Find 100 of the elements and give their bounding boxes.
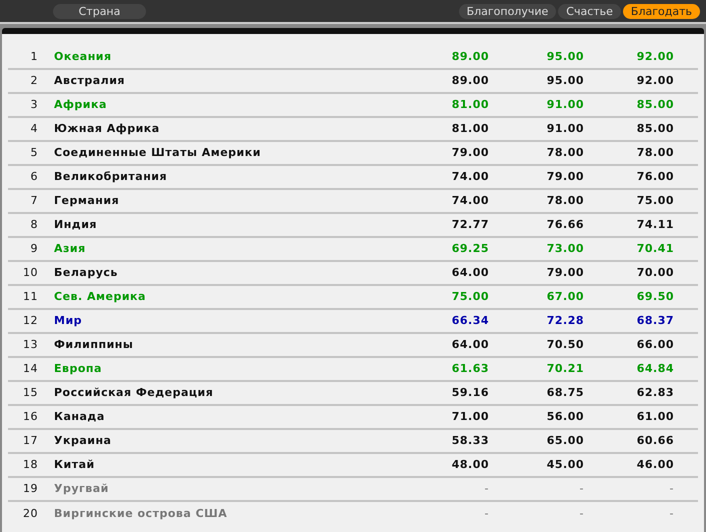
rank-cell-text: 11 bbox=[22, 288, 38, 305]
value-cell-text: - bbox=[668, 506, 674, 522]
value-cell-text: 74.00 bbox=[450, 168, 489, 185]
name-cell-text: Океания bbox=[54, 48, 113, 65]
value-cell-text: 62.83 bbox=[636, 384, 674, 401]
name-cell-text: Виргинские острова США bbox=[54, 506, 228, 522]
name-cell-text: Украина bbox=[54, 432, 112, 449]
value-cell-text: 70.21 bbox=[546, 360, 584, 377]
value-cell-text: 92.00 bbox=[636, 48, 674, 65]
value-cell-text: 74.11 bbox=[636, 216, 674, 233]
value-cell-text: 95.00 bbox=[546, 48, 584, 65]
rank-cell-text: 3 bbox=[30, 96, 38, 113]
value-cell-text: 89.00 bbox=[450, 72, 489, 89]
value-cell-text: 64.00 bbox=[450, 264, 489, 281]
value-cell-text: 95.00 bbox=[546, 72, 584, 89]
value-cell-text: 91.00 bbox=[546, 96, 584, 113]
value-cell-text: 79.00 bbox=[450, 144, 489, 161]
rank-cell-text: 18 bbox=[22, 456, 38, 473]
name-cell-text: Китай bbox=[54, 456, 96, 473]
header-tab[interactable]: Благополучие bbox=[458, 4, 556, 18]
value-cell-text: 45.00 bbox=[546, 456, 584, 473]
value-cell-text: - bbox=[578, 506, 584, 522]
value-cell-text: 61.63 bbox=[450, 360, 489, 377]
value-cell-text: 85.00 bbox=[636, 120, 674, 137]
value-cell-text: - bbox=[484, 506, 489, 522]
header-tab[interactable]: Благодать bbox=[622, 4, 700, 18]
rank-cell-text: 13 bbox=[22, 336, 38, 353]
value-cell-text: 61.00 bbox=[636, 408, 674, 425]
name-cell-text: Российская Федерация bbox=[54, 384, 214, 401]
name-cell-text: Германия bbox=[54, 192, 120, 209]
value-cell-text: 71.00 bbox=[450, 408, 489, 425]
value-cell-text: 73.00 bbox=[546, 240, 584, 257]
rank-cell-text: 2 bbox=[30, 72, 38, 89]
value-cell-text: 64.84 bbox=[636, 360, 674, 377]
value-cell-text: 72.77 bbox=[450, 216, 489, 233]
value-cell-text: 60.66 bbox=[636, 432, 674, 449]
name-cell-text: Африка bbox=[54, 96, 108, 113]
value-cell-text: 89.00 bbox=[450, 48, 489, 65]
value-cell-text: 48.00 bbox=[450, 456, 489, 473]
value-cell-text: - bbox=[484, 480, 489, 497]
value-cell-text: 91.00 bbox=[546, 120, 584, 137]
value-cell-text: 69.25 bbox=[450, 240, 489, 257]
rank-cell-text: 19 bbox=[22, 480, 38, 497]
rank-cell-text: 6 bbox=[30, 168, 38, 185]
value-cell-text: 66.00 bbox=[636, 336, 674, 353]
value-cell-text: 65.00 bbox=[546, 432, 584, 449]
value-cell-text: 46.00 bbox=[636, 456, 674, 473]
name-cell-text: Азия bbox=[54, 240, 87, 257]
value-cell-text: 70.00 bbox=[636, 264, 674, 281]
name-cell-text: Великобритания bbox=[54, 168, 168, 185]
value-cell-text: 76.66 bbox=[546, 216, 584, 233]
name-cell-text: Сев. Америка bbox=[54, 288, 147, 305]
value-cell-text: 78.00 bbox=[546, 192, 584, 209]
value-cell-text: 70.41 bbox=[636, 240, 674, 257]
rank-cell-text: 16 bbox=[22, 408, 38, 425]
name-cell-text: Австралия bbox=[54, 72, 126, 89]
value-cell-text: 56.00 bbox=[546, 408, 584, 425]
value-cell-text: 64.00 bbox=[450, 336, 489, 353]
value-cell-text: 92.00 bbox=[636, 72, 674, 89]
rank-cell-text: 5 bbox=[30, 144, 38, 161]
header-tab[interactable]: Страна bbox=[53, 4, 146, 18]
name-cell-text: Мир bbox=[54, 312, 84, 329]
name-cell-text: Индия bbox=[54, 216, 98, 233]
value-cell-text: 69.50 bbox=[636, 288, 674, 305]
value-cell-text: 78.00 bbox=[546, 144, 584, 161]
name-cell-text: Южная Африка bbox=[54, 120, 161, 137]
header-tab[interactable]: Счастье bbox=[558, 4, 621, 18]
rank-cell-text: 14 bbox=[22, 360, 38, 377]
value-cell-text: 58.33 bbox=[450, 432, 489, 449]
rank-cell-text: 7 bbox=[30, 192, 38, 209]
value-cell-text: 81.00 bbox=[450, 96, 489, 113]
value-cell-text: 81.00 bbox=[450, 120, 489, 137]
name-cell-text: Канада bbox=[54, 408, 106, 425]
value-cell-text: 79.00 bbox=[546, 264, 584, 281]
rank-cell-text: 10 bbox=[22, 264, 38, 281]
value-cell-text: 85.00 bbox=[636, 96, 674, 113]
rank-cell-text: 20 bbox=[22, 506, 38, 522]
name-cell-text: Уругвай bbox=[54, 480, 110, 497]
rank-cell-text: 17 bbox=[22, 432, 38, 449]
name-cell-text: Беларусь bbox=[54, 264, 119, 281]
value-cell-text: - bbox=[578, 480, 584, 497]
value-cell-text: 66.34 bbox=[450, 312, 489, 329]
value-cell-text: 74.00 bbox=[450, 192, 489, 209]
rank-cell-text: 8 bbox=[30, 216, 38, 233]
rank-cell-text: 4 bbox=[30, 120, 38, 137]
value-cell-text: 67.00 bbox=[546, 288, 584, 305]
value-cell-text: 78.00 bbox=[636, 144, 674, 161]
name-cell-text: Филиппины bbox=[54, 336, 134, 353]
value-cell-text: 72.28 bbox=[546, 312, 584, 329]
value-cell-text: 59.16 bbox=[450, 384, 489, 401]
value-cell-text: 75.00 bbox=[636, 192, 674, 209]
value-cell-text: - bbox=[668, 480, 674, 497]
value-cell-text: 68.37 bbox=[636, 312, 674, 329]
value-cell-text: 79.00 bbox=[546, 168, 584, 185]
value-cell-text: 70.50 bbox=[546, 336, 584, 353]
rank-cell-text: 15 bbox=[22, 384, 38, 401]
name-cell-text: Соединенные Штаты Америки bbox=[54, 144, 262, 161]
value-cell-text: 76.00 bbox=[636, 168, 674, 185]
value-cell-text: 75.00 bbox=[450, 288, 489, 305]
rank-cell-text: 1 bbox=[30, 48, 38, 65]
